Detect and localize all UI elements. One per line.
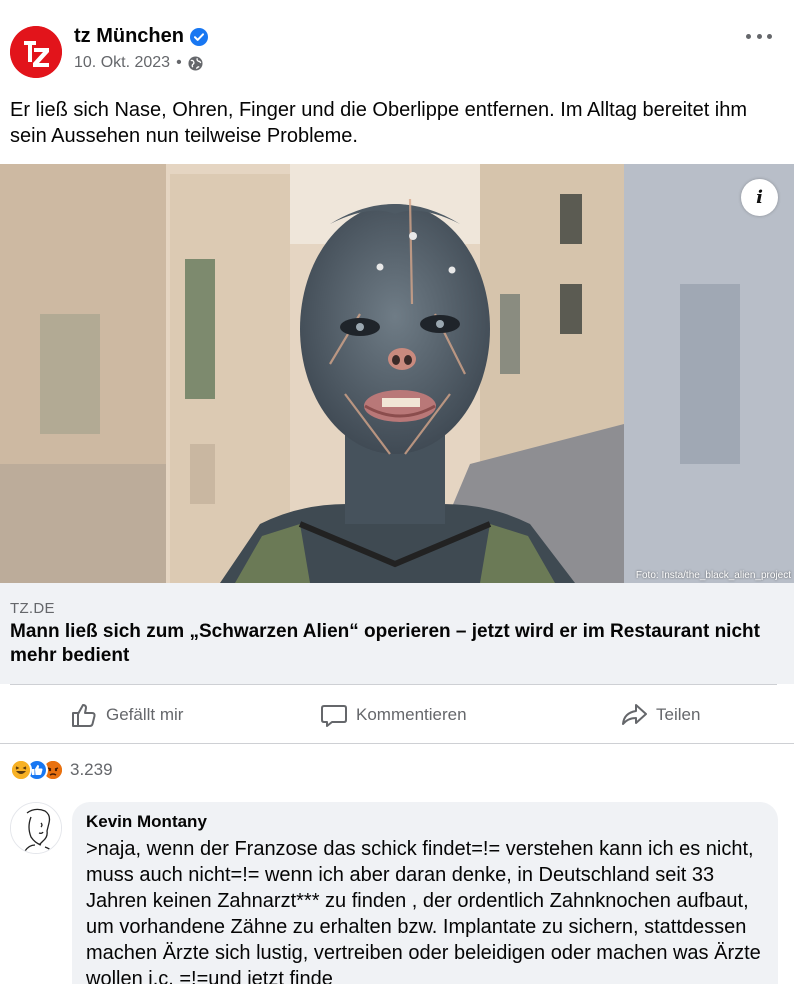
meta-separator: • <box>176 54 182 71</box>
divider <box>10 684 777 685</box>
share-arrow-icon <box>622 704 647 725</box>
dot-icon <box>756 33 762 39</box>
comment-bubble: Kevin Montany >naja, wenn der Franzose d… <box>72 802 778 984</box>
link-title[interactable]: Mann ließ sich zum „Schwarzen Alien“ ope… <box>10 620 770 668</box>
comment-author[interactable]: Kevin Montany <box>86 812 764 832</box>
comment-button[interactable]: Kommentieren <box>320 688 467 742</box>
thumbs-up-icon <box>72 704 96 727</box>
photo-image <box>0 164 794 583</box>
link-domain: TZ.DE <box>10 600 55 617</box>
page-name-link[interactable]: tz München <box>74 25 208 48</box>
post-date[interactable]: 10. Okt. 2023 <box>74 54 170 72</box>
globe-icon <box>188 55 203 71</box>
commenter-avatar[interactable] <box>10 802 62 854</box>
info-icon: i <box>756 187 763 208</box>
share-button[interactable]: Teilen <box>620 688 700 742</box>
post-header: tz München 10. Okt. 2023 • <box>0 0 794 90</box>
comment-bubble-icon <box>321 705 347 727</box>
dot-icon <box>767 33 772 39</box>
info-button[interactable]: i <box>741 179 778 216</box>
like-label: Gefällt mir <box>106 705 184 724</box>
dot-icon <box>746 33 751 39</box>
more-options-button[interactable] <box>746 26 772 46</box>
haha-icon <box>10 759 32 781</box>
verified-badge-icon <box>190 27 208 46</box>
divider <box>0 743 794 744</box>
comment-label: Kommentieren <box>356 705 467 724</box>
tz-logo-icon <box>10 26 62 78</box>
reaction-count: 3.239 <box>70 760 113 779</box>
post-photo[interactable]: i Foto: Insta/the_black_alien_project <box>0 164 794 583</box>
like-button[interactable]: Gefällt mir <box>70 688 183 742</box>
sketch-portrait-icon <box>11 803 61 853</box>
post-meta: 10. Okt. 2023 • <box>74 54 203 72</box>
post-text: Er ließ sich Nase, Ohren, Finger und die… <box>10 99 748 147</box>
action-bar: Gefällt mir Kommentieren Teilen <box>0 688 794 742</box>
page-name[interactable]: tz München <box>74 25 184 48</box>
comment-text: >naja, wenn der Franzose das schick find… <box>86 838 761 984</box>
page-avatar[interactable] <box>10 26 62 78</box>
photo-credit: Foto: Insta/the_black_alien_project <box>635 570 791 581</box>
link-preview[interactable]: TZ.DE Mann ließ sich zum „Schwarzen Alie… <box>0 583 794 684</box>
reaction-summary[interactable]: 3.239 <box>10 758 113 782</box>
share-label: Teilen <box>656 705 701 724</box>
